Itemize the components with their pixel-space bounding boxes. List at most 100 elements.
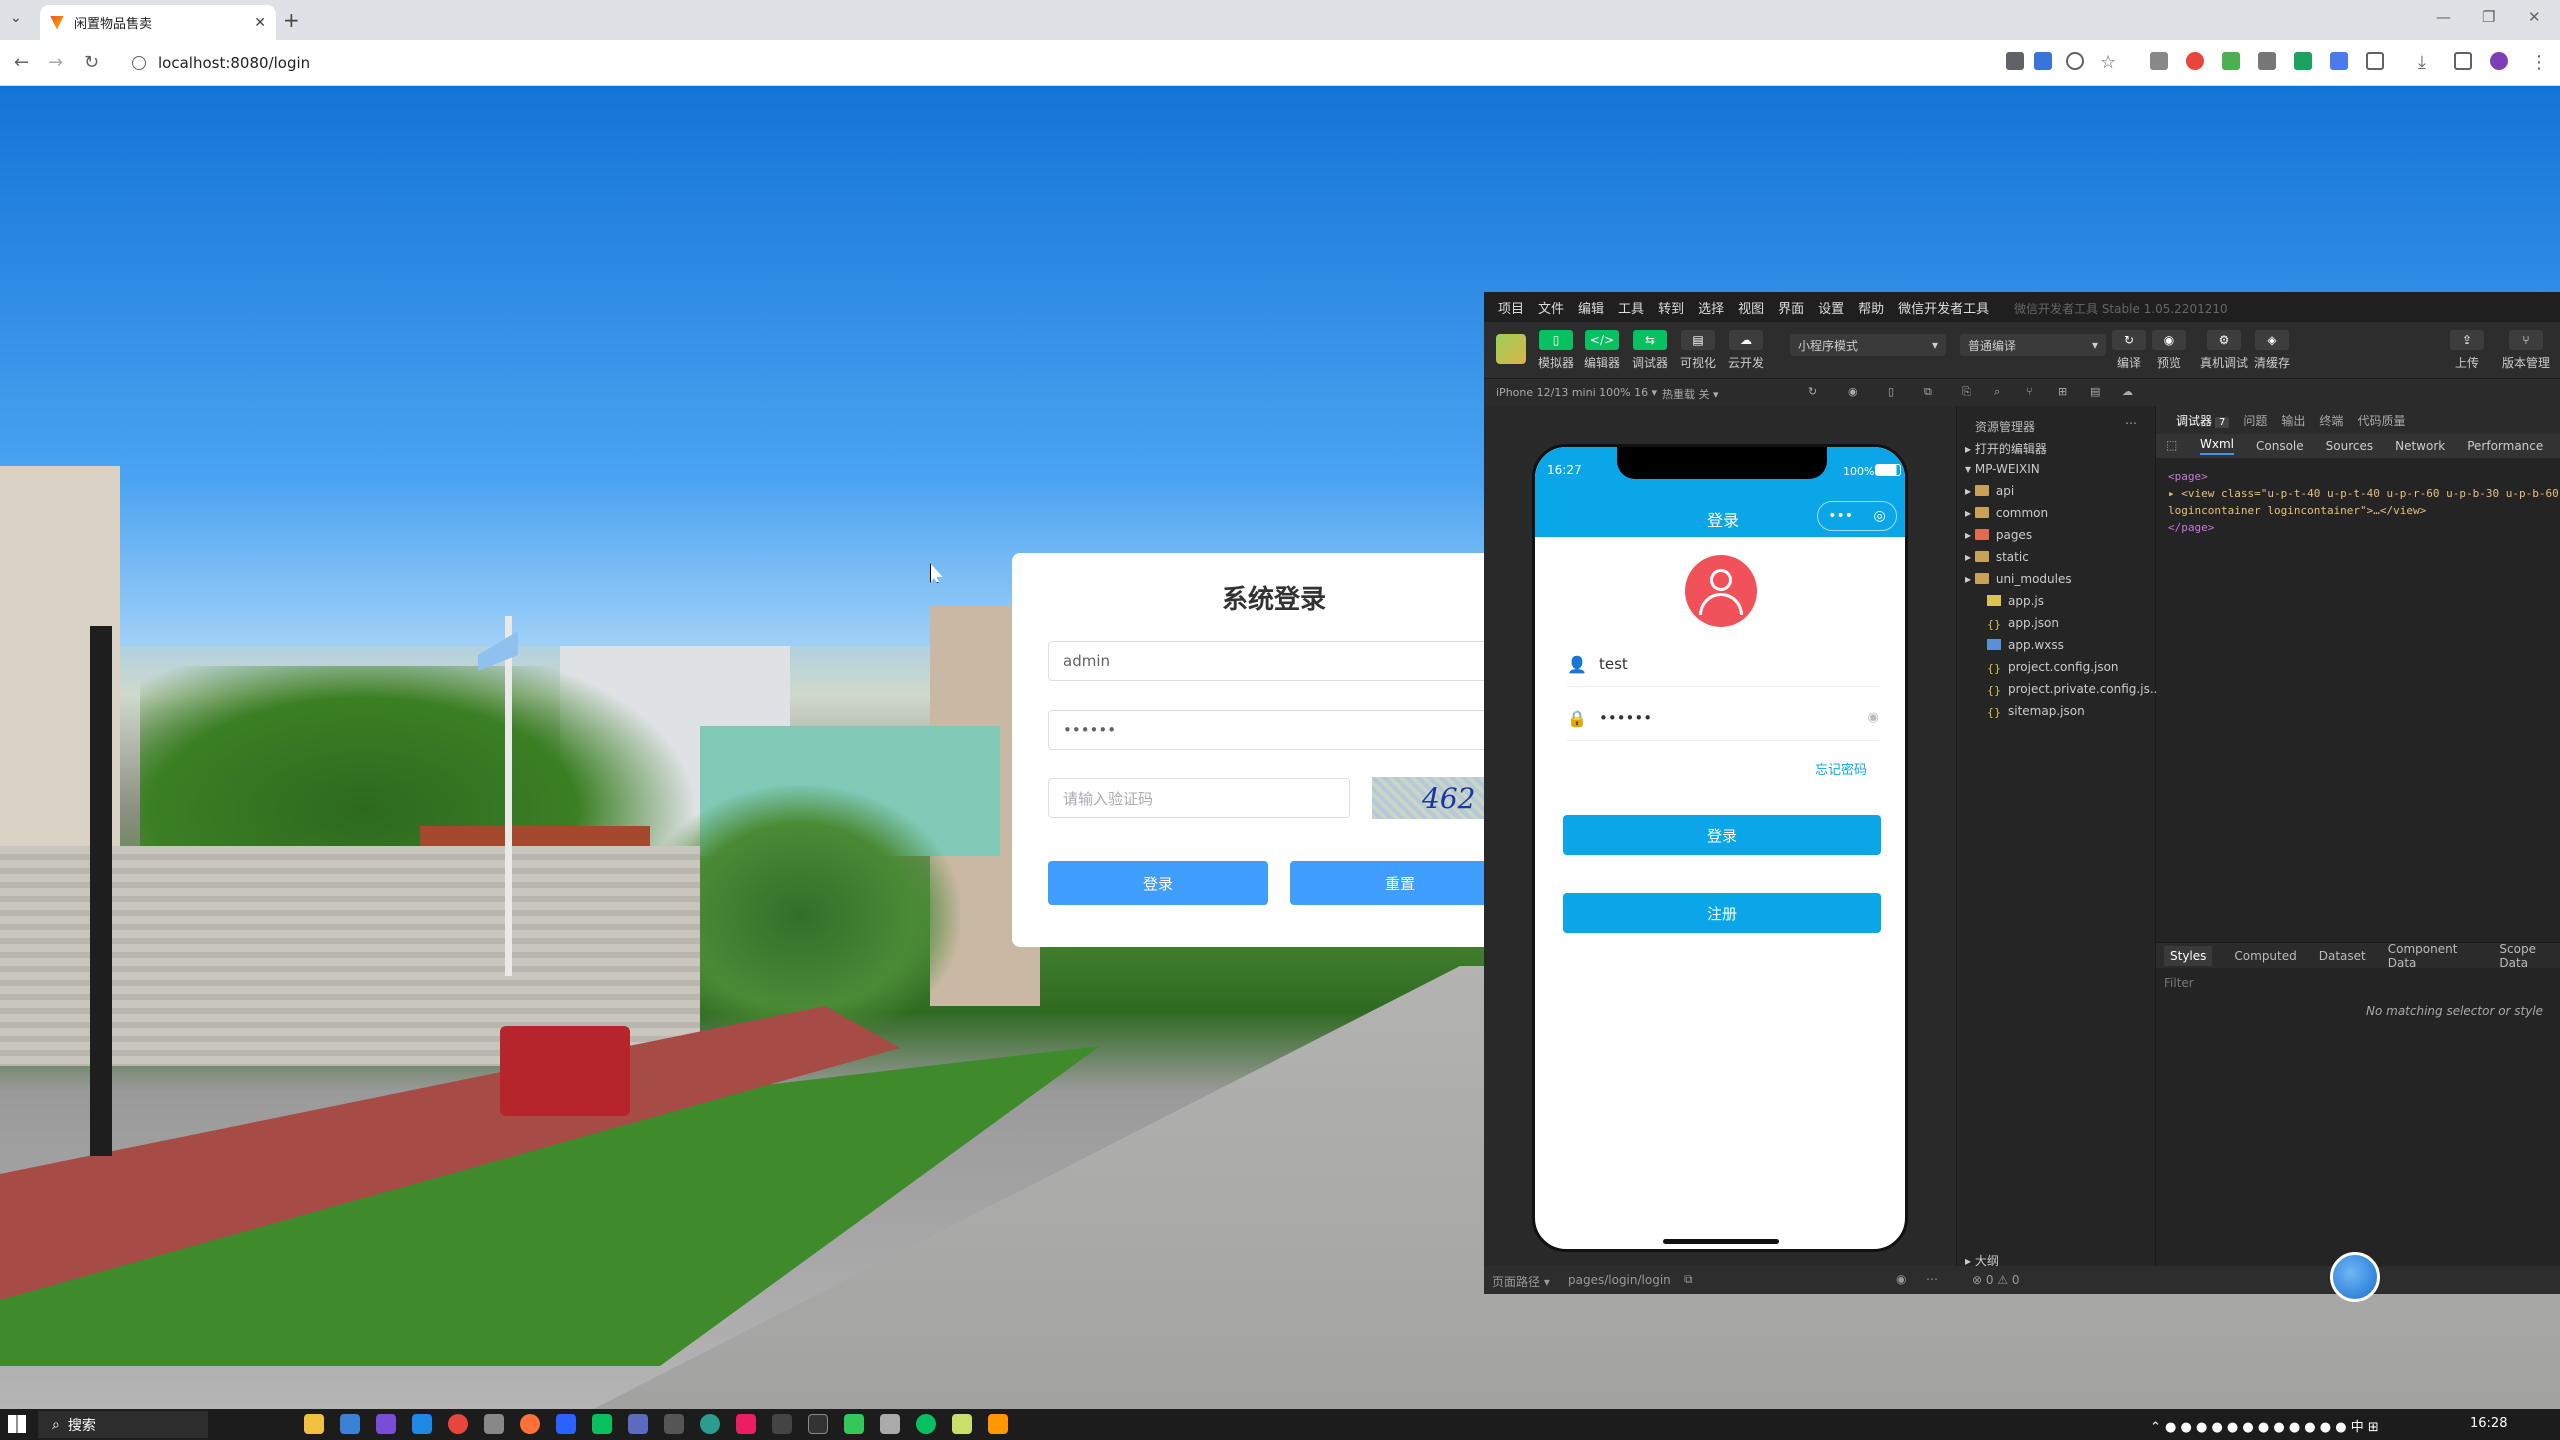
address-bar[interactable]: localhost:8080/login: [116, 47, 2106, 79]
styles-filter-input[interactable]: Filter: [2164, 976, 2194, 990]
forward-arrow-icon[interactable]: →: [48, 52, 63, 73]
tab-output[interactable]: 输出: [2281, 412, 2305, 429]
app-icon[interactable]: [556, 1414, 576, 1434]
profile-avatar[interactable]: [2490, 52, 2508, 70]
expand-chevron-icon[interactable]: ▸: [1965, 506, 1975, 520]
expand-chevron-icon[interactable]: ▸: [1965, 484, 1975, 498]
tab-dataset[interactable]: Dataset: [2319, 949, 2366, 963]
ime-indicator[interactable]: 中: [2351, 1420, 2364, 1435]
files-icon[interactable]: ⎘: [1962, 385, 1971, 399]
menu-select[interactable]: 选择: [1698, 298, 1724, 317]
download-icon[interactable]: ⤓: [2418, 52, 2426, 73]
search-app-icon[interactable]: [988, 1414, 1008, 1434]
rotate-icon[interactable]: ↻: [1808, 385, 1817, 398]
app-icon[interactable]: [772, 1414, 792, 1434]
settings-gear-icon[interactable]: [484, 1414, 504, 1434]
menu-project[interactable]: 项目: [1498, 298, 1524, 317]
tab-performance[interactable]: Performance: [2467, 439, 2543, 453]
cloud-button[interactable]: ☁ 云开发: [1728, 330, 1764, 371]
editor-button[interactable]: </> 编辑器: [1584, 330, 1620, 371]
window-close-icon[interactable]: ✕: [2528, 8, 2541, 26]
password-key-icon[interactable]: [2006, 52, 2024, 70]
menu-help[interactable]: 帮助: [1858, 298, 1884, 317]
eye-icon[interactable]: ◉: [1896, 1272, 1906, 1286]
system-tray[interactable]: ⌃ ● ● ● ● ● ● ● ● ● ● ● ● 中 ⊞: [2150, 1416, 2379, 1435]
extension-green-icon[interactable]: [2222, 52, 2240, 70]
file-tree-item[interactable]: {} sitemap.json: [1987, 704, 2085, 719]
phone-icon[interactable]: ▯: [1888, 385, 1894, 398]
menu-devtools[interactable]: 微信开发者工具: [1898, 298, 1989, 317]
debug-icon[interactable]: ⊞: [2058, 385, 2067, 398]
file-tree-item[interactable]: app.js: [1987, 594, 2044, 608]
browser-menu-icon[interactable]: ⋮: [2530, 52, 2548, 73]
menu-view[interactable]: 视图: [1738, 298, 1764, 317]
app-icon[interactable]: [700, 1414, 720, 1434]
simulator-button[interactable]: ▯ 模拟器: [1538, 330, 1574, 371]
app-icon[interactable]: [736, 1414, 756, 1434]
upload-button[interactable]: ⇪ 上传: [2450, 330, 2484, 371]
open-editors-section[interactable]: ▸ 打开的编辑器: [1965, 440, 2047, 457]
terminal-icon[interactable]: [808, 1414, 828, 1434]
menu-interface[interactable]: 界面: [1778, 298, 1804, 317]
side-panel-icon[interactable]: [2454, 52, 2472, 70]
menu-edit[interactable]: 编辑: [1578, 298, 1604, 317]
file-tree-item[interactable]: {} app.json: [1987, 616, 2059, 631]
phone-login-button[interactable]: 登录: [1563, 815, 1881, 855]
back-arrow-icon[interactable]: ←: [14, 52, 29, 73]
wxml-line[interactable]: </page>: [2168, 519, 2560, 536]
extension-shield-icon[interactable]: [2186, 52, 2204, 70]
password-input[interactable]: ••••••: [1048, 710, 1484, 750]
app-icon[interactable]: [628, 1414, 648, 1434]
wechat-icon[interactable]: [592, 1414, 612, 1434]
tab-wxml[interactable]: Wxml: [2200, 437, 2234, 455]
translate-icon[interactable]: [2034, 52, 2052, 70]
forgot-password-link[interactable]: 忘记密码: [1815, 759, 1867, 778]
reload-icon[interactable]: ↻: [84, 52, 99, 73]
branch-icon[interactable]: ⑂: [2026, 385, 2033, 398]
chat-icon[interactable]: [916, 1414, 936, 1434]
site-info-icon[interactable]: [132, 56, 146, 70]
app-icon[interactable]: [340, 1414, 360, 1434]
inspect-element-icon[interactable]: ⬚: [2166, 438, 2177, 452]
extension-vue-icon[interactable]: [2294, 52, 2312, 70]
menu-file[interactable]: 文件: [1538, 298, 1564, 317]
show-password-eye-icon[interactable]: ◉: [1868, 710, 1879, 725]
browser-tab[interactable]: 闲置物品售卖 ✕: [40, 5, 276, 40]
capsule-close-icon[interactable]: ◎: [1874, 508, 1886, 524]
hotreload-select[interactable]: 热重载 关 ▾: [1662, 386, 1719, 402]
file-tree-item[interactable]: app.wxss: [1987, 638, 2064, 652]
app-icon[interactable]: [844, 1414, 864, 1434]
project-section[interactable]: ▾ MP-WEIXIN: [1965, 462, 2040, 476]
explorer-more-icon[interactable]: ⋯: [2125, 416, 2137, 430]
extension-camera-icon[interactable]: [2150, 52, 2168, 70]
more-dots-icon[interactable]: •••: [1828, 508, 1853, 524]
tab-debugger[interactable]: 调试器 7: [2176, 412, 2230, 429]
phone-password-field[interactable]: 🔒 •••••• ◉: [1567, 695, 1879, 741]
compile-select[interactable]: 普通编译 ▾: [1960, 334, 2106, 356]
file-tree-item[interactable]: ▸ static: [1965, 550, 2029, 564]
reset-button[interactable]: 重置: [1290, 861, 1484, 905]
page-path-label[interactable]: 页面路径 ▾: [1492, 1273, 1550, 1290]
copy-path-icon[interactable]: ⧉: [1684, 1272, 1693, 1287]
tab-problems[interactable]: 问题: [2243, 412, 2267, 429]
extension-copy-icon[interactable]: [2258, 52, 2276, 70]
tab-sources[interactable]: Sources: [2326, 439, 2373, 453]
taskbar-search[interactable]: ⌕ 搜索: [38, 1411, 208, 1438]
tab-network[interactable]: Network: [2395, 439, 2445, 453]
app-icon[interactable]: [952, 1414, 972, 1434]
real-debug-button[interactable]: ⚙ 真机调试: [2200, 330, 2248, 371]
cloud-small-icon[interactable]: ☁: [2122, 385, 2133, 398]
restore-icon[interactable]: ❐: [2482, 8, 2495, 26]
tab-console[interactable]: Console: [2256, 439, 2304, 453]
new-tab-icon[interactable]: +: [283, 8, 300, 32]
user-avatar[interactable]: [1496, 334, 1526, 364]
menu-tools[interactable]: 工具: [1618, 298, 1644, 317]
taskbar-clock[interactable]: 16:28: [2470, 1416, 2507, 1431]
app-icon[interactable]: [664, 1414, 684, 1434]
visual-button[interactable]: ▤ 可视化: [1680, 330, 1716, 371]
app-icon[interactable]: [376, 1414, 396, 1434]
captcha-input[interactable]: 请输入验证码: [1048, 778, 1350, 818]
file-explorer-icon[interactable]: [304, 1414, 324, 1434]
menu-settings[interactable]: 设置: [1818, 298, 1844, 317]
expand-chevron-icon[interactable]: ▸: [1965, 528, 1975, 542]
